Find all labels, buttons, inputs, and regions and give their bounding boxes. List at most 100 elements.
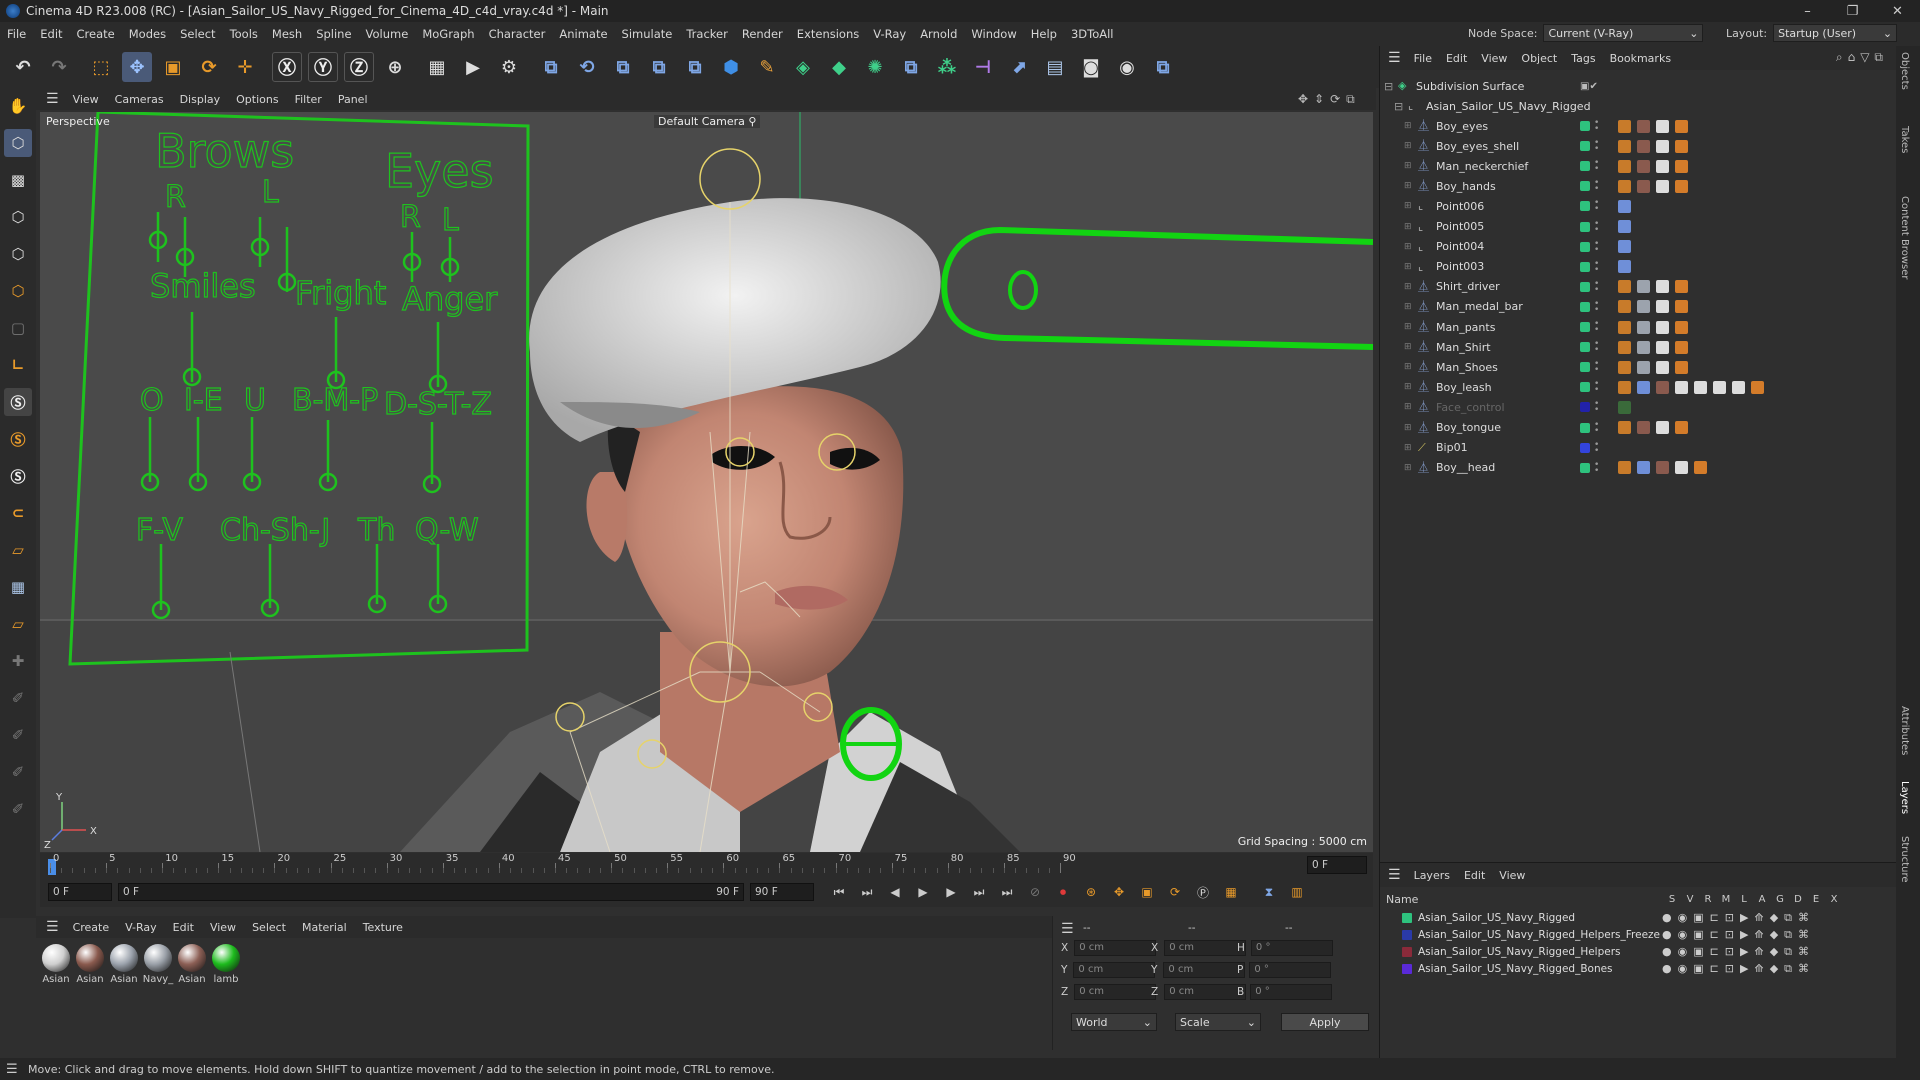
render-visibility-dots[interactable]: • • bbox=[1594, 139, 1600, 154]
cube-primitive-icon[interactable]: ⬢ bbox=[716, 52, 746, 82]
render-visibility-dots[interactable]: • • bbox=[1594, 179, 1600, 194]
minimize-button[interactable]: – bbox=[1785, 0, 1830, 22]
layer-menu-layers[interactable]: Layers bbox=[1407, 869, 1457, 882]
timeline-ruler[interactable]: 0 F 0 5 10 15 20 25 30 35 40 45 50 55 60 65 70 75 80 85 90 bbox=[40, 853, 1373, 877]
camera-icon[interactable]: ◙ bbox=[1076, 52, 1106, 82]
right-tab-objects[interactable]: Objects bbox=[1899, 52, 1910, 90]
layer-toggle-icons[interactable]: ●◉▣⊏⊡▶⟰◆⧉⌘ bbox=[1662, 962, 1815, 976]
material-tag-icon[interactable] bbox=[1618, 461, 1631, 475]
uv-mode-icon[interactable]: ▢ bbox=[4, 314, 32, 342]
material-tag-icon[interactable] bbox=[1656, 159, 1669, 173]
menu-animate[interactable]: Animate bbox=[552, 27, 614, 41]
viewport-hamburger-icon[interactable]: ☰ bbox=[36, 91, 65, 107]
menu-character[interactable]: Character bbox=[482, 27, 553, 41]
right-tab-structure[interactable]: Structure bbox=[1899, 836, 1910, 883]
workplane-snap-icon[interactable]: Ⓢ bbox=[4, 462, 32, 490]
material-tag-icon[interactable] bbox=[1637, 139, 1650, 153]
grid-icon[interactable]: ▦ bbox=[4, 573, 32, 601]
layer-toggle-icons[interactable]: ●◉▣⊏⊡▶⟰◆⧉⌘ bbox=[1662, 945, 1815, 959]
material-tag-icon[interactable] bbox=[1675, 461, 1688, 475]
make-editable-icon[interactable]: ✋ bbox=[4, 92, 32, 120]
object-menu-edit[interactable]: Edit bbox=[1439, 52, 1474, 65]
material-tag-icon[interactable] bbox=[1675, 280, 1688, 294]
menu-volume[interactable]: Volume bbox=[359, 27, 416, 41]
material-tag-icon[interactable] bbox=[1618, 340, 1631, 354]
object-row[interactable]: ⊞ ⏅ Boy_eyes • • bbox=[1380, 116, 1897, 136]
expand-icon[interactable]: ⊞ bbox=[1404, 262, 1412, 272]
layer-color-swatch[interactable] bbox=[1402, 946, 1412, 957]
object-row[interactable]: ⊞ ⏅ Boy_hands • • bbox=[1380, 176, 1897, 196]
layer-row[interactable]: Asian_Sailor_US_Navy_Rigged_Helpers_Free… bbox=[1380, 926, 1897, 943]
material-tag-icon[interactable] bbox=[1656, 139, 1669, 153]
viewport-menu-options[interactable]: Options bbox=[228, 93, 286, 106]
render-visibility-dots[interactable]: • • bbox=[1594, 239, 1600, 254]
record-icon[interactable]: ⏺ bbox=[1052, 881, 1074, 903]
redo-icon[interactable]: ↷ bbox=[44, 52, 74, 82]
material-tag-icon[interactable] bbox=[1637, 461, 1650, 475]
material-tag-icon[interactable] bbox=[1618, 199, 1631, 213]
expand-icon[interactable]: ⊞ bbox=[1404, 362, 1412, 372]
sculpt-icon[interactable]: ✚ bbox=[4, 647, 32, 675]
material-tag-icon[interactable] bbox=[1675, 159, 1688, 173]
object-row[interactable]: ⊞ ⏅ Shirt_driver • • bbox=[1380, 277, 1897, 297]
material-tag-icon[interactable] bbox=[1618, 179, 1631, 193]
end-frame-field[interactable]: 90 F bbox=[750, 883, 814, 901]
material-menu-texture[interactable]: Texture bbox=[355, 921, 411, 934]
object-row[interactable]: ⊞ ⏅ Man_pants • • bbox=[1380, 317, 1897, 337]
material-tag-icon[interactable] bbox=[1694, 380, 1707, 394]
render-picture-viewer-icon[interactable]: ▶ bbox=[458, 52, 488, 82]
render-visibility-dots[interactable]: • • bbox=[1594, 440, 1600, 455]
material-tag-icon[interactable] bbox=[1656, 340, 1669, 354]
autokey-icon[interactable]: ⊘ bbox=[1024, 881, 1046, 903]
material-menu-view[interactable]: View bbox=[202, 921, 244, 934]
material-tag-icon[interactable] bbox=[1675, 380, 1688, 394]
object-row[interactable]: ⊞ ⏅ Face_control • • bbox=[1380, 397, 1897, 417]
check-icon[interactable]: ▣✔ bbox=[1580, 81, 1598, 92]
render-visibility-dots[interactable]: • • bbox=[1594, 279, 1600, 294]
menu-mesh[interactable]: Mesh bbox=[265, 27, 309, 41]
timeline-window-icon[interactable]: ⧗ bbox=[1258, 881, 1280, 903]
material-tag-icon[interactable] bbox=[1618, 421, 1631, 434]
visibility-swatch[interactable] bbox=[1580, 221, 1590, 232]
material-tag-icon[interactable] bbox=[1713, 380, 1726, 394]
visibility-swatch[interactable] bbox=[1580, 281, 1590, 292]
object-row[interactable]: ⊞ ⏅ Man_medal_bar • • bbox=[1380, 297, 1897, 317]
light-icon[interactable]: ◉ bbox=[1112, 52, 1142, 82]
material-menu-edit[interactable]: Edit bbox=[165, 921, 202, 934]
live-selection-icon[interactable]: ⬚ bbox=[86, 52, 116, 82]
visibility-swatch[interactable] bbox=[1580, 442, 1590, 453]
material-tag-icon[interactable] bbox=[1637, 421, 1650, 434]
brush-icon[interactable]: ✐ bbox=[4, 684, 32, 712]
visibility-swatch[interactable] bbox=[1580, 382, 1590, 393]
edges-mode-icon[interactable]: ⬡ bbox=[4, 240, 32, 268]
layer-row[interactable]: Asian_Sailor_US_Navy_Rigged_Bones ●◉▣⊏⊡▶⟰… bbox=[1380, 960, 1897, 977]
3d-viewport[interactable]: Brows Eyes R L R L Smiles Fright Anger O… bbox=[40, 112, 1373, 852]
menu-render[interactable]: Render bbox=[735, 27, 790, 41]
create-tool-icon[interactable]: ✛ bbox=[230, 52, 260, 82]
render-settings-icon[interactable]: ⚙ bbox=[494, 52, 524, 82]
material-tag-icon[interactable] bbox=[1637, 159, 1650, 173]
render-visibility-dots[interactable]: • • bbox=[1594, 199, 1600, 214]
python-script-7-icon[interactable]: ⧉ bbox=[1148, 52, 1178, 82]
material-tag-icon[interactable] bbox=[1656, 179, 1669, 193]
keyframe-selection-icon[interactable]: ⊛ bbox=[1080, 881, 1102, 903]
visibility-swatch[interactable] bbox=[1580, 141, 1590, 152]
material-hamburger-icon[interactable]: ☰ bbox=[36, 919, 65, 935]
goto-end-icon[interactable]: ⏭ bbox=[996, 881, 1018, 903]
object-row[interactable]: ⊞ ⏅ Man_Shirt • • bbox=[1380, 337, 1897, 357]
material-tag-icon[interactable] bbox=[1618, 119, 1631, 133]
material-swatch[interactable]: Asian bbox=[74, 944, 106, 985]
expand-icon[interactable]: ⊞ bbox=[1404, 463, 1412, 473]
material-tag-icon[interactable] bbox=[1732, 380, 1745, 394]
render-visibility-dots[interactable]: • • bbox=[1594, 460, 1600, 475]
material-menu-select[interactable]: Select bbox=[244, 921, 294, 934]
material-tag-icon[interactable] bbox=[1618, 220, 1631, 233]
render-visibility-dots[interactable]: • • bbox=[1594, 360, 1600, 375]
viewport-menu-panel[interactable]: Panel bbox=[330, 93, 376, 106]
coord-input[interactable]: 0 cm bbox=[1163, 962, 1246, 978]
undo-icon[interactable]: ↶ bbox=[8, 52, 38, 82]
expand-icon[interactable]: ⊞ bbox=[1404, 302, 1412, 312]
expand-icon[interactable]: ⊞ bbox=[1404, 322, 1412, 332]
viewport-nav-icons[interactable]: ✥⇕⟳⧉ bbox=[1298, 92, 1361, 107]
expand-icon[interactable]: ⊞ bbox=[1404, 121, 1412, 131]
